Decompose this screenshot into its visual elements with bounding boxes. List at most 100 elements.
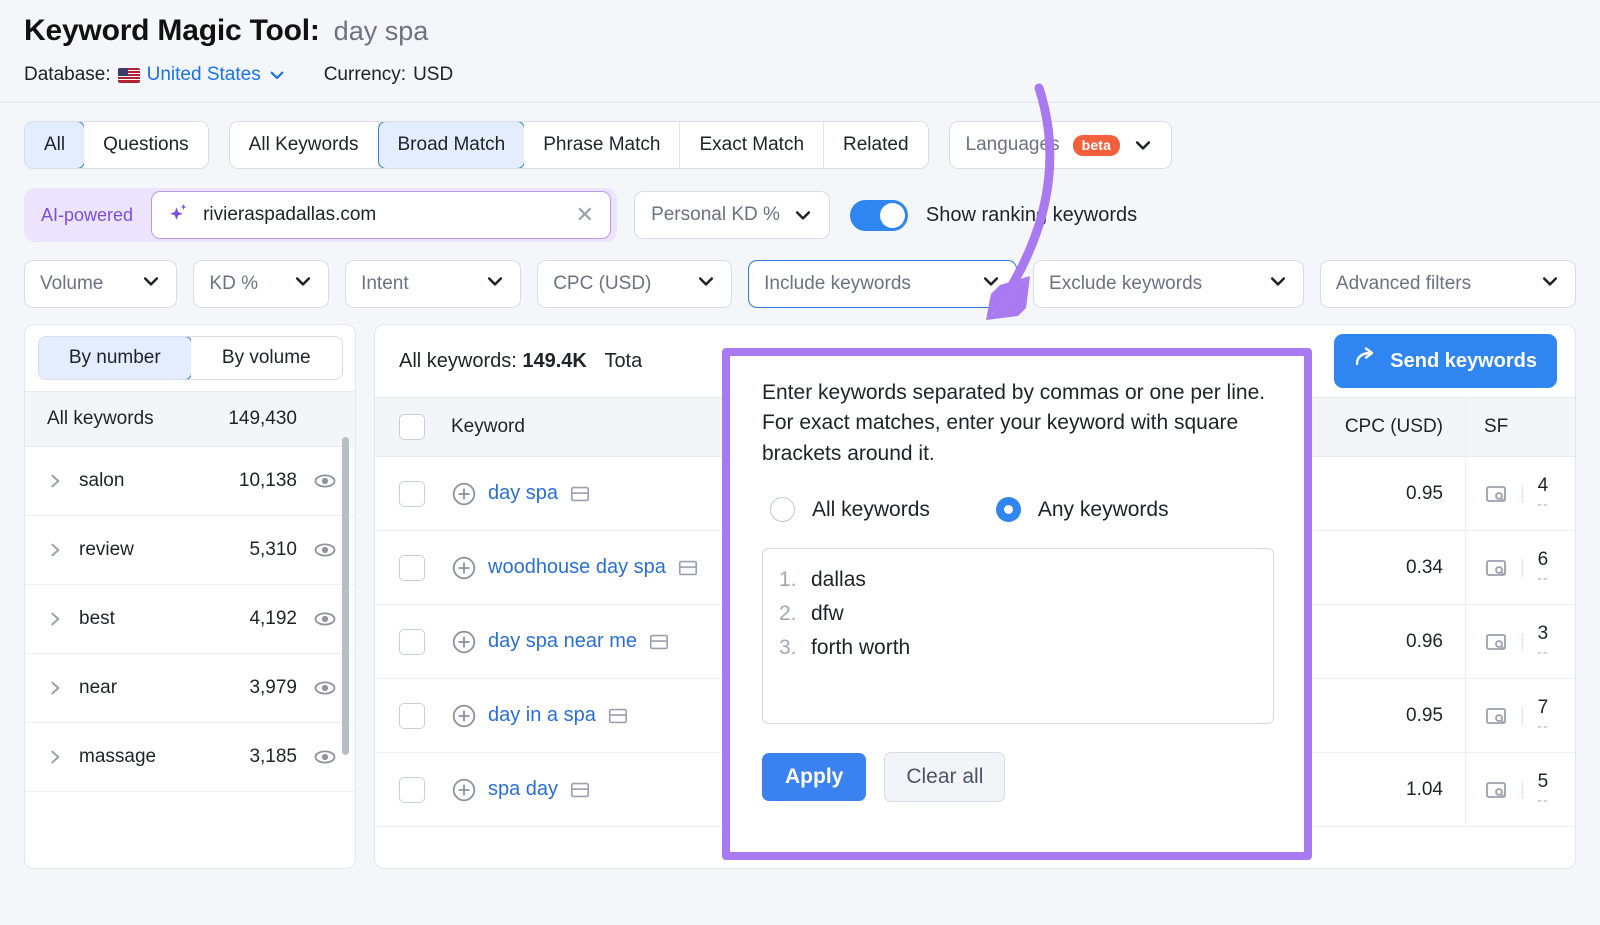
column-header-cpc[interactable]: CPC (USD) xyxy=(1289,416,1465,438)
domain-input-value[interactable]: rivieraspadallas.com xyxy=(203,204,562,226)
add-keyword-icon[interactable] xyxy=(451,777,477,803)
personal-kd-dropdown[interactable]: Personal KD % xyxy=(634,191,830,239)
serp-preview-icon[interactable] xyxy=(569,483,591,505)
radio-any-keywords[interactable]: Any keywords xyxy=(996,497,1169,522)
row-select-cell[interactable] xyxy=(375,777,449,803)
keywords-summary: All keywords: 149.4K Tota xyxy=(399,350,642,373)
column-header-sf[interactable]: SF xyxy=(1465,398,1575,456)
tab-related[interactable]: Related xyxy=(824,122,928,168)
serp-features-icon[interactable] xyxy=(1484,482,1508,506)
chevron-down-icon xyxy=(696,271,716,297)
row-select-cell[interactable] xyxy=(375,629,449,655)
tab-broad-match[interactable]: Broad Match xyxy=(378,121,526,169)
sidebar-item-review[interactable]: review 5,310 xyxy=(25,516,355,585)
sort-by-number-tab[interactable]: By number xyxy=(38,336,192,380)
chevron-right-icon[interactable] xyxy=(47,473,69,489)
serp-preview-icon[interactable] xyxy=(677,557,699,579)
show-ranking-keywords-toggle[interactable] xyxy=(850,200,908,231)
filter-volume[interactable]: Volume xyxy=(24,260,177,308)
sidebar-item-near[interactable]: near 3,979 xyxy=(25,654,355,723)
clear-all-button[interactable]: Clear all xyxy=(884,752,1005,802)
row-checkbox[interactable] xyxy=(399,555,425,581)
row-checkbox[interactable] xyxy=(399,777,425,803)
question-tab-group: All Questions xyxy=(24,121,209,169)
serp-features-icon[interactable] xyxy=(1484,556,1508,580)
tab-all-keywords[interactable]: All Keywords xyxy=(230,122,379,168)
row-checkbox[interactable] xyxy=(399,481,425,507)
tab-all[interactable]: All xyxy=(24,121,85,169)
close-icon[interactable]: ✕ xyxy=(574,204,596,226)
radio-icon-selected[interactable] xyxy=(996,497,1021,522)
keyword-link[interactable]: day in a spa xyxy=(488,704,596,727)
add-keyword-icon[interactable] xyxy=(451,629,477,655)
filter-kd-label: KD % xyxy=(209,273,258,295)
sf-value: 6 xyxy=(1538,550,1549,569)
serp-features-icon[interactable] xyxy=(1484,630,1508,654)
eye-icon[interactable] xyxy=(313,676,337,700)
chevron-down-icon[interactable] xyxy=(268,66,286,84)
keyword-link[interactable]: woodhouse day spa xyxy=(488,556,666,579)
row-select-cell[interactable] xyxy=(375,481,449,507)
keywords-textarea[interactable]: 1. dallas 2. dfw 3. forth worth xyxy=(762,548,1274,724)
sidebar-item-all-keywords[interactable]: All keywords 149,430 xyxy=(25,391,355,447)
filter-cpc-label: CPC (USD) xyxy=(553,273,651,295)
row-select-cell[interactable] xyxy=(375,703,449,729)
currency-label: Currency: xyxy=(324,64,406,86)
radio-all-keywords[interactable]: All keywords xyxy=(770,497,930,522)
select-all-cell[interactable] xyxy=(375,414,449,440)
row-select-cell[interactable] xyxy=(375,555,449,581)
eye-icon[interactable] xyxy=(313,745,337,769)
serp-preview-icon[interactable] xyxy=(607,705,629,727)
add-keyword-icon[interactable] xyxy=(451,703,477,729)
keyword-entry[interactable]: dallas xyxy=(811,563,866,597)
filter-intent[interactable]: Intent xyxy=(345,260,521,308)
serp-preview-icon[interactable] xyxy=(648,631,670,653)
languages-dropdown[interactable]: Languages beta xyxy=(949,121,1173,169)
tab-exact-match[interactable]: Exact Match xyxy=(680,122,824,168)
select-all-checkbox[interactable] xyxy=(399,414,425,440)
domain-input[interactable]: rivieraspadallas.com ✕ xyxy=(151,191,611,239)
keyword-entry[interactable]: dfw xyxy=(811,597,844,631)
database-selector[interactable]: Database: United States xyxy=(24,64,286,86)
chevron-right-icon[interactable] xyxy=(47,680,69,696)
filter-volume-label: Volume xyxy=(40,273,103,295)
chevron-right-icon[interactable] xyxy=(47,611,69,627)
sort-by-volume-tab[interactable]: By volume xyxy=(191,337,343,379)
filter-cpc[interactable]: CPC (USD) xyxy=(537,260,732,308)
send-keywords-button[interactable]: Send keywords xyxy=(1334,334,1557,388)
filter-advanced[interactable]: Advanced filters xyxy=(1320,260,1576,308)
eye-icon[interactable] xyxy=(313,538,337,562)
filter-kd[interactable]: KD % xyxy=(193,260,329,308)
show-ranking-keywords-group[interactable]: Show ranking keywords xyxy=(850,200,1137,231)
tab-phrase-match[interactable]: Phrase Match xyxy=(524,122,680,168)
chevron-right-icon[interactable] xyxy=(47,542,69,558)
languages-label: Languages xyxy=(966,134,1060,156)
apply-button[interactable]: Apply xyxy=(762,753,866,801)
keyword-link[interactable]: spa day xyxy=(488,778,558,801)
database-value[interactable]: United States xyxy=(147,64,261,86)
add-keyword-icon[interactable] xyxy=(451,555,477,581)
row-checkbox[interactable] xyxy=(399,703,425,729)
serp-preview-icon[interactable] xyxy=(569,779,591,801)
sidebar-item-salon[interactable]: salon 10,138 xyxy=(25,447,355,516)
keyword-link[interactable]: day spa xyxy=(488,482,558,505)
serp-features-icon[interactable] xyxy=(1484,778,1508,802)
sidebar-scrollbar[interactable] xyxy=(342,437,349,755)
chevron-down-icon xyxy=(981,271,1001,297)
filter-exclude-keywords[interactable]: Exclude keywords xyxy=(1033,260,1304,308)
add-keyword-icon[interactable] xyxy=(451,481,477,507)
chevron-right-icon[interactable] xyxy=(47,749,69,765)
sidebar-item-best[interactable]: best 4,192 xyxy=(25,585,355,654)
tab-questions[interactable]: Questions xyxy=(84,122,208,168)
radio-icon[interactable] xyxy=(770,497,795,522)
serp-features-icon[interactable] xyxy=(1484,704,1508,728)
database-row: Database: United States Currency: USD xyxy=(24,64,1576,86)
filter-include-keywords[interactable]: Include keywords xyxy=(748,260,1017,308)
keyword-link[interactable]: day spa near me xyxy=(488,630,637,653)
sf-subvalue: -- xyxy=(1537,719,1549,734)
eye-icon[interactable] xyxy=(313,469,337,493)
sidebar-item-massage[interactable]: massage 3,185 xyxy=(25,723,355,792)
row-checkbox[interactable] xyxy=(399,629,425,655)
eye-icon[interactable] xyxy=(313,607,337,631)
keyword-entry[interactable]: forth worth xyxy=(811,631,910,665)
